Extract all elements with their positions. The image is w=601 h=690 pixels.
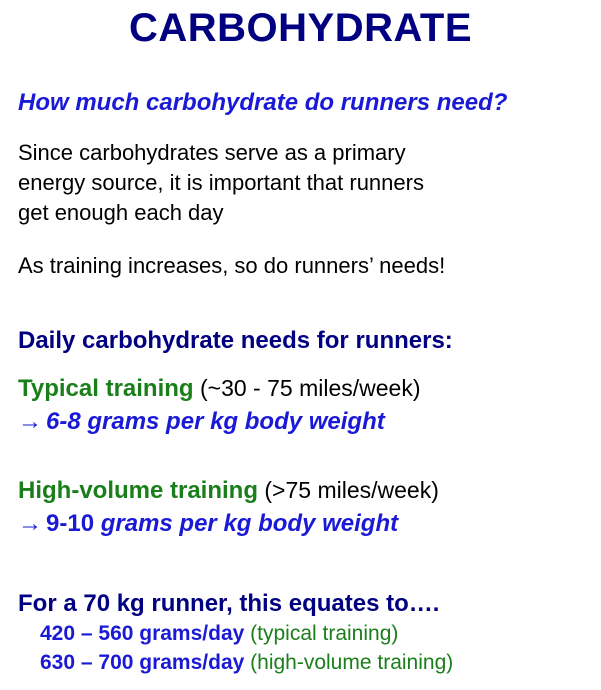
paragraph-line-1: Since carbohydrates serve as a primary (18, 140, 406, 165)
question-heading: How much carbohydrate do runners need? (18, 89, 508, 116)
typical-training-amount-line: → 6-8 grams per kg body weight (18, 408, 385, 436)
high-volume-training-amount-line: → 9-10 grams per kg body weight (18, 510, 398, 538)
paragraph-line-3: get enough each day (18, 200, 224, 225)
example-heading: For a 70 kg runner, this equates to…. (18, 590, 440, 617)
needs-heading: Daily carbohydrate needs for runners: (18, 327, 453, 354)
typical-training-line: Typical training (~30 - 75 miles/week) (18, 375, 420, 403)
example-high-volume-amount: 630 – 700 grams/day (40, 651, 245, 674)
high-volume-training-range: (>75 miles/week) (258, 477, 439, 503)
paragraph-needs: As training increases, so do runners’ ne… (18, 253, 446, 278)
paragraph-line-2: energy source, it is important that runn… (18, 170, 424, 195)
right-arrow-icon: → (18, 510, 42, 537)
example-typical-amount: 420 – 560 grams/day (40, 622, 245, 645)
example-high-volume: 630 – 700 grams/day (high-volume trainin… (40, 651, 453, 675)
page-title: CARBOHYDRATE (128, 6, 473, 50)
example-typical-note: (typical training) (244, 622, 399, 645)
high-volume-training-line: High-volume training (>75 miles/week) (18, 477, 439, 505)
typical-training-range: (~30 - 75 miles/week) (193, 375, 421, 401)
example-high-volume-note: (high-volume training) (244, 651, 454, 674)
typical-training-amount: 6-8 grams per kg body weight (46, 408, 385, 435)
example-typical: 420 – 560 grams/day (typical training) (40, 622, 398, 646)
slide: { "title": "CARBOHYDRATE", "question": "… (0, 0, 601, 690)
high-volume-amount-value: 9-10 (46, 510, 95, 537)
high-volume-training-label: High-volume training (18, 477, 258, 504)
typical-training-label: Typical training (18, 375, 194, 402)
right-arrow-icon: → (18, 408, 42, 435)
high-volume-amount-unit: grams per kg body weight (100, 510, 399, 537)
